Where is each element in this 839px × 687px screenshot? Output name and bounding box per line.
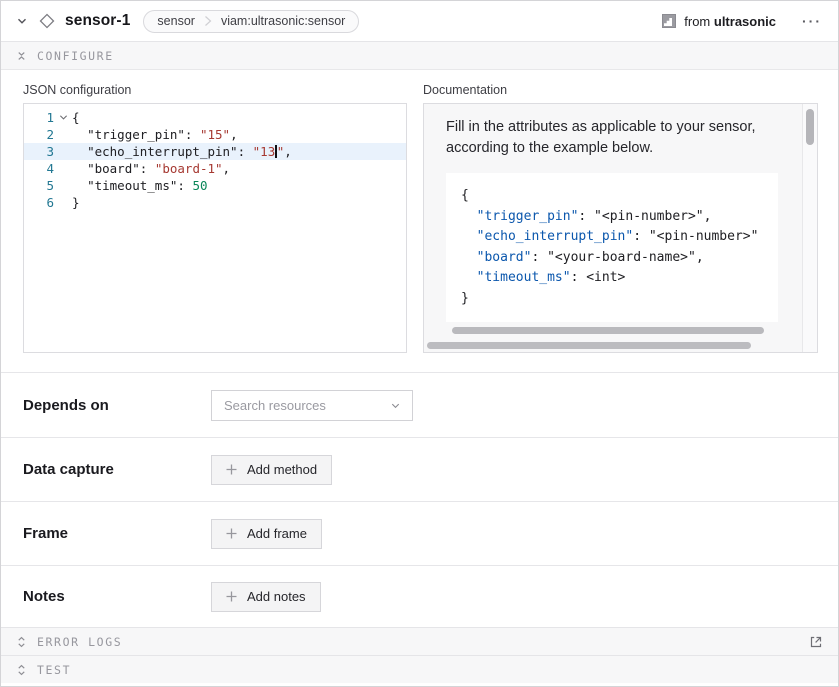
- depends-on-label: Depends on: [23, 397, 211, 414]
- documentation-code-example: { "trigger_pin": "<pin-number>", "echo_i…: [446, 173, 778, 322]
- plus-icon: [226, 464, 237, 475]
- data-capture-label: Data capture: [23, 461, 211, 478]
- configure-section-label: CONFIGURE: [37, 49, 114, 63]
- data-capture-row: Data capture Add method: [1, 437, 838, 501]
- depends-on-select[interactable]: Search resources: [211, 390, 413, 421]
- fold-gutter: [54, 194, 72, 211]
- badge-chevron-right-icon: [204, 14, 212, 28]
- fold-toggle-icon[interactable]: [54, 109, 72, 126]
- component-type-model-badge: sensor viam:ultrasonic:sensor: [143, 10, 359, 33]
- json-config-label: JSON configuration: [23, 83, 407, 97]
- editor-line[interactable]: 2 "trigger_pin": "15",: [24, 126, 406, 143]
- expand-section-icon[interactable]: [16, 635, 27, 649]
- code-example-horizontal-scrollbar[interactable]: [452, 327, 764, 334]
- component-model-label: viam:ultrasonic:sensor: [221, 14, 345, 28]
- error-logs-section-bar[interactable]: ERROR LOGS: [1, 627, 838, 655]
- doc-code-line: "echo_interrupt_pin": "<pin-number>": [461, 227, 778, 248]
- plus-icon: [226, 591, 237, 602]
- line-number: 3: [24, 143, 54, 160]
- editor-line[interactable]: 6}: [24, 194, 406, 211]
- frame-row: Frame Add frame: [1, 501, 838, 565]
- fold-gutter: [54, 177, 72, 194]
- component-card-header: sensor-1 sensor viam:ultrasonic:sensor f…: [1, 1, 838, 42]
- notes-row: Notes Add notes: [1, 565, 838, 627]
- configure-section-bar[interactable]: CONFIGURE: [1, 42, 838, 70]
- documentation-label: Documentation: [423, 83, 818, 97]
- documentation-column: Documentation Fill in the attributes as …: [423, 83, 818, 372]
- editor-line[interactable]: 1{: [24, 109, 406, 126]
- module-stairs-icon: [662, 14, 676, 28]
- fold-gutter: [54, 160, 72, 177]
- test-section-label: TEST: [37, 663, 71, 677]
- doc-code-line: "board": "<your-board-name>",: [461, 248, 778, 269]
- fold-gutter: [54, 143, 72, 160]
- component-diamond-icon: [39, 13, 55, 29]
- line-number: 4: [24, 160, 54, 177]
- line-number: 2: [24, 126, 54, 143]
- plus-icon: [226, 528, 237, 539]
- depends-on-row: Depends on Search resources: [1, 372, 838, 437]
- documentation-horizontal-scrollbar[interactable]: [427, 342, 751, 349]
- collapse-card-chevron-icon[interactable]: [16, 15, 28, 27]
- editor-line[interactable]: 4 "board": "board-1",: [24, 160, 406, 177]
- add-frame-button[interactable]: Add frame: [211, 519, 322, 549]
- json-config-column: JSON configuration 1{2 "trigger_pin": "1…: [23, 83, 407, 372]
- component-type-label: sensor: [157, 14, 195, 28]
- documentation-panel: Fill in the attributes as applicable to …: [423, 103, 818, 353]
- open-logs-external-icon[interactable]: [809, 635, 823, 649]
- doc-code-line: "timeout_ms": <int>: [461, 268, 778, 289]
- documentation-vertical-scrollbar-thumb[interactable]: [806, 109, 814, 145]
- component-name: sensor-1: [65, 12, 130, 30]
- doc-code-line: "trigger_pin": "<pin-number>",: [461, 207, 778, 228]
- collapse-section-icon[interactable]: [16, 49, 27, 63]
- fold-gutter: [54, 126, 72, 143]
- line-number: 5: [24, 177, 54, 194]
- editor-line[interactable]: 5 "timeout_ms": 50: [24, 177, 406, 194]
- from-module-label: from ultrasonic: [684, 14, 776, 29]
- editor-line[interactable]: 3 "echo_interrupt_pin": "13",: [24, 143, 406, 160]
- line-number: 1: [24, 109, 54, 126]
- header-right-group: from ultrasonic ···: [662, 14, 822, 29]
- add-notes-button[interactable]: Add notes: [211, 582, 321, 612]
- chevron-down-icon: [390, 400, 401, 411]
- json-config-editor[interactable]: 1{2 "trigger_pin": "15",3 "echo_interrup…: [23, 103, 407, 353]
- notes-label: Notes: [23, 588, 211, 605]
- documentation-vertical-scrollbar-track[interactable]: [802, 104, 817, 352]
- depends-on-placeholder: Search resources: [224, 398, 390, 413]
- expand-section-icon[interactable]: [16, 663, 27, 677]
- line-number: 6: [24, 194, 54, 211]
- frame-label: Frame: [23, 525, 211, 542]
- configure-section-body: JSON configuration 1{2 "trigger_pin": "1…: [1, 70, 838, 372]
- component-config-panel: sensor-1 sensor viam:ultrasonic:sensor f…: [0, 0, 839, 687]
- documentation-content: Fill in the attributes as applicable to …: [424, 104, 802, 334]
- card-menu-button[interactable]: ···: [802, 16, 822, 26]
- documentation-intro-text: Fill in the attributes as applicable to …: [424, 104, 784, 159]
- test-section-bar[interactable]: TEST: [1, 655, 838, 683]
- doc-code-line: }: [461, 289, 778, 310]
- doc-code-line: {: [461, 186, 778, 207]
- error-logs-section-label: ERROR LOGS: [37, 635, 122, 649]
- add-method-button[interactable]: Add method: [211, 455, 332, 485]
